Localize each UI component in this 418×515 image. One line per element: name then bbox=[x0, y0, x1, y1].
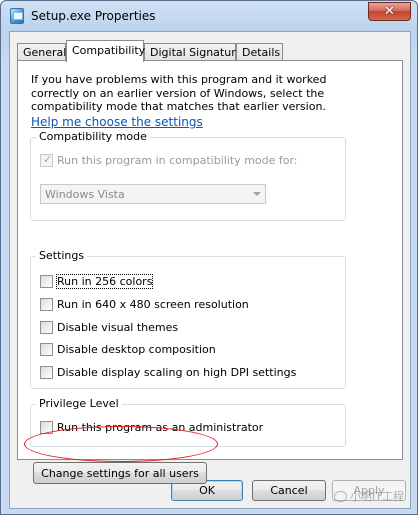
compat-mode-select[interactable]: Windows Vista bbox=[40, 184, 266, 204]
dialog-body: General Compatibility Digital Signatures… bbox=[9, 31, 411, 509]
setting-640x480-checkbox[interactable] bbox=[40, 298, 53, 311]
watermark-text: 小明IT工程 bbox=[350, 490, 404, 503]
tab-digital-signatures-label: Digital Signatures bbox=[150, 46, 248, 59]
setting-disable-desktop-composition[interactable]: Disable desktop composition bbox=[40, 343, 216, 356]
setting-256-colors[interactable]: Run in 256 colors bbox=[40, 274, 154, 289]
tab-compatibility[interactable]: Compatibility bbox=[66, 40, 146, 62]
setting-256-colors-label: Run in 256 colors bbox=[55, 274, 154, 289]
tab-general-label: General bbox=[23, 46, 67, 59]
change-settings-all-users-label: Change settings for all users bbox=[41, 466, 199, 480]
setting-disable-visual-themes-checkbox[interactable] bbox=[40, 321, 53, 334]
tab-general[interactable]: General bbox=[17, 43, 66, 61]
properties-window: Setup.exe Properties ✕ General Compatibi… bbox=[0, 0, 418, 515]
setting-disable-visual-themes-label: Disable visual themes bbox=[57, 321, 179, 334]
compat-mode-select-value: Windows Vista bbox=[45, 188, 125, 201]
run-as-admin-label: Run this program as an administrator bbox=[57, 421, 264, 434]
compat-mode-checkbox-label: Run this program in compatibility mode f… bbox=[57, 154, 298, 167]
setting-disable-dpi-scaling-checkbox[interactable] bbox=[40, 366, 53, 379]
privilege-level-group: Privilege Level Run this program as an a… bbox=[30, 397, 346, 447]
setting-disable-dpi-scaling[interactable]: Disable display scaling on high DPI sett… bbox=[40, 366, 296, 379]
setting-640x480[interactable]: Run in 640 x 480 screen resolution bbox=[40, 298, 249, 311]
help-link[interactable]: Help me choose the settings bbox=[31, 115, 203, 129]
cancel-button-label: Cancel bbox=[270, 484, 308, 497]
settings-legend: Settings bbox=[36, 249, 88, 262]
application-icon bbox=[10, 8, 24, 24]
window-title: Setup.exe Properties bbox=[31, 9, 156, 23]
check-icon: ✓ bbox=[43, 153, 53, 166]
settings-group: Settings Run in 256 colors Run in 640 x … bbox=[30, 249, 346, 389]
run-as-admin-row[interactable]: Run this program as an administrator bbox=[40, 421, 263, 434]
watermark-chat-icon bbox=[334, 490, 348, 502]
close-button[interactable]: ✕ bbox=[368, 2, 411, 21]
setting-disable-dpi-scaling-label: Disable display scaling on high DPI sett… bbox=[57, 366, 297, 379]
ok-button-label: OK bbox=[199, 484, 215, 497]
cancel-button[interactable]: Cancel bbox=[252, 480, 326, 501]
intro-text: If you have problems with this program a… bbox=[31, 73, 327, 113]
title-bar[interactable]: Setup.exe Properties ✕ bbox=[1, 1, 417, 31]
setting-disable-desktop-composition-label: Disable desktop composition bbox=[57, 343, 216, 356]
tab-details[interactable]: Details bbox=[236, 43, 283, 61]
compatibility-panel: If you have problems with this program a… bbox=[17, 60, 403, 484]
setting-disable-visual-themes[interactable]: Disable visual themes bbox=[40, 321, 178, 334]
compatibility-mode-group: Compatibility mode ✓ Run this program in… bbox=[30, 130, 346, 221]
tab-digital-signatures[interactable]: Digital Signatures bbox=[144, 43, 248, 61]
privilege-level-legend: Privilege Level bbox=[36, 397, 122, 410]
compat-mode-checkbox-row[interactable]: ✓ Run this program in compatibility mode… bbox=[40, 153, 298, 167]
compatibility-mode-legend: Compatibility mode bbox=[36, 130, 150, 143]
tab-compatibility-label: Compatibility bbox=[72, 44, 146, 57]
setting-disable-desktop-composition-checkbox[interactable] bbox=[40, 343, 53, 356]
setting-640x480-label: Run in 640 x 480 screen resolution bbox=[57, 298, 249, 311]
close-icon: ✕ bbox=[384, 4, 395, 19]
watermark: 小明IT工程 bbox=[334, 488, 404, 504]
change-settings-all-users-button[interactable]: Change settings for all users bbox=[33, 462, 207, 484]
setting-256-colors-checkbox[interactable] bbox=[40, 275, 53, 288]
compat-mode-checkbox[interactable]: ✓ bbox=[40, 153, 53, 167]
run-as-admin-checkbox[interactable] bbox=[40, 421, 53, 434]
chevron-down-icon bbox=[253, 192, 261, 196]
tab-details-label: Details bbox=[242, 46, 281, 59]
